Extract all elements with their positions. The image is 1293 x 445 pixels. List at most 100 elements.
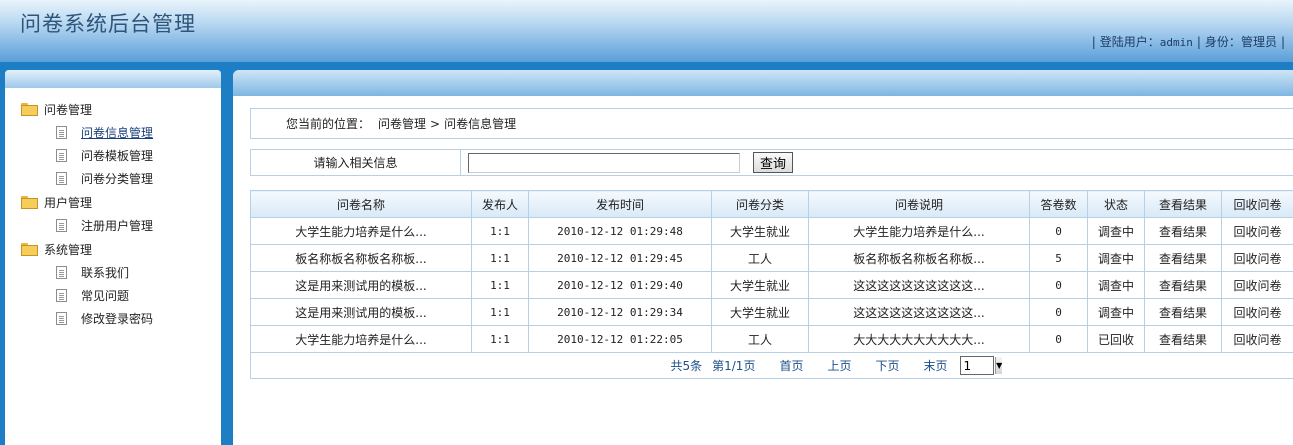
view-result-link[interactable]: 查看结果: [1144, 325, 1222, 353]
col-header-name: 问卷名称: [250, 190, 472, 218]
cell-category: 大学生就业: [711, 298, 809, 326]
pager: 共5条 第1/1页 首页 上页 下页 末页 1 ▼: [252, 356, 1293, 375]
recall-link[interactable]: 回收问卷: [1221, 298, 1293, 326]
table-row: 大学生能力培养是什么... 1:1 2010-12-12 01:22:05 工人…: [250, 325, 1293, 353]
questionnaire-table: 问卷名称 发布人 发布时间 问卷分类 问卷说明 答卷数 状态 查看结果 回收问卷…: [250, 190, 1293, 379]
sidebar-group-questionnaire[interactable]: 问卷管理: [5, 97, 221, 121]
sidebar-item-registered-users[interactable]: 注册用户管理: [5, 214, 221, 237]
cell-status: 调查中: [1087, 217, 1145, 245]
pager-total: 共5条: [670, 359, 703, 373]
sidebar-item-questionnaire-category[interactable]: 问卷分类管理: [5, 167, 221, 190]
sidebar-item-label[interactable]: 问卷信息管理: [81, 124, 153, 141]
main-panel: 您当前的位置： 问卷管理 > 问卷信息管理 请输入相关信息 查询 问卷名称 发布…: [233, 70, 1293, 445]
cell-publish-time: 2010-12-12 01:29:48: [528, 217, 712, 245]
document-icon: [56, 149, 67, 162]
cell-status: 调查中: [1087, 244, 1145, 272]
sidebar: 问卷管理 问卷信息管理 问卷模板管理 问卷分类管理 用户管理 注册用户管理 系统…: [5, 70, 221, 445]
sidebar-item-questionnaire-info[interactable]: 问卷信息管理: [5, 121, 221, 144]
sidebar-item-label[interactable]: 注册用户管理: [81, 217, 153, 234]
sidebar-item-label[interactable]: 常见问题: [81, 287, 129, 304]
table-header-row: 问卷名称 发布人 发布时间 问卷分类 问卷说明 答卷数 状态 查看结果 回收问卷: [250, 190, 1293, 218]
breadcrumb-separator: >: [430, 116, 441, 131]
sidebar-item-label[interactable]: 修改登录密码: [81, 310, 153, 327]
breadcrumb-level1: 问卷管理: [378, 117, 427, 131]
cell-status: 已回收: [1087, 325, 1145, 353]
cell-publisher: 1:1: [471, 298, 529, 326]
user-info-bar: | 登陆用户：admin | 身份：管理员 |: [1091, 35, 1285, 49]
col-header-publisher: 发布人: [471, 190, 529, 218]
pager-last-link[interactable]: 末页: [924, 357, 948, 374]
cell-answer-count: 0: [1029, 271, 1088, 299]
cell-answer-count: 0: [1029, 298, 1088, 326]
page-select[interactable]: 1 ▼: [959, 356, 1003, 375]
breadcrumb-level2: 问卷信息管理: [444, 117, 517, 131]
recall-link[interactable]: 回收问卷: [1221, 271, 1293, 299]
folder-open-icon: [21, 196, 38, 209]
cell-description: 大学生能力培养是什么...: [808, 217, 1030, 245]
cell-description: 这这这这这这这这这这...: [808, 298, 1030, 326]
role-name: 管理员: [1240, 35, 1277, 49]
user-name: admin: [1159, 36, 1193, 49]
pager-next-link[interactable]: 下页: [875, 357, 899, 374]
sidebar-item-label[interactable]: 联系我们: [81, 264, 129, 281]
cell-publisher: 1:1: [471, 244, 529, 272]
view-result-link[interactable]: 查看结果: [1144, 298, 1222, 326]
sidebar-item-change-password[interactable]: 修改登录密码: [5, 307, 221, 330]
sidebar-group-system[interactable]: 系统管理: [5, 237, 221, 261]
sidebar-group-label: 系统管理: [44, 242, 93, 257]
role-label: 身份：: [1204, 35, 1241, 49]
cell-description: 这这这这这这这这这这...: [808, 271, 1030, 299]
sidebar-group-label: 问卷管理: [44, 102, 93, 117]
cell-status: 调查中: [1087, 271, 1145, 299]
cell-description: 板名称板名称板名称板...: [808, 244, 1030, 272]
user-label: 登陆用户：: [1099, 35, 1160, 49]
col-header-description: 问卷说明: [808, 190, 1030, 218]
cell-publisher: 1:1: [471, 325, 529, 353]
cell-publish-time: 2010-12-12 01:22:05: [528, 325, 712, 353]
cell-name: 这是用来测试用的模板...: [250, 271, 472, 299]
recall-link[interactable]: 回收问卷: [1221, 244, 1293, 272]
cell-category: 工人: [711, 325, 809, 353]
recall-link[interactable]: 回收问卷: [1221, 325, 1293, 353]
page-select-value: 1: [963, 358, 972, 373]
cell-name: 大学生能力培养是什么...: [250, 217, 472, 245]
cell-category: 工人: [711, 244, 809, 272]
cell-category: 大学生就业: [711, 217, 809, 245]
cell-publisher: 1:1: [471, 271, 529, 299]
document-icon: [56, 266, 67, 279]
cell-answer-count: 0: [1029, 217, 1088, 245]
document-icon: [56, 172, 67, 185]
document-icon: [56, 219, 67, 232]
cell-answer-count: 0: [1029, 325, 1088, 353]
document-icon: [56, 126, 67, 139]
cell-name: 大学生能力培养是什么...: [250, 325, 472, 353]
search-input[interactable]: [468, 153, 740, 173]
col-header-answer-count: 答卷数: [1029, 190, 1088, 218]
search-bar: 请输入相关信息 查询: [250, 149, 1293, 176]
cell-publish-time: 2010-12-12 01:29:45: [528, 244, 712, 272]
sidebar-item-label[interactable]: 问卷模板管理: [81, 147, 153, 164]
table-row: 这是用来测试用的模板... 1:1 2010-12-12 01:29:34 大学…: [250, 298, 1293, 326]
cell-name: 这是用来测试用的模板...: [250, 298, 472, 326]
breadcrumb: 您当前的位置： 问卷管理 > 问卷信息管理: [250, 108, 1293, 139]
col-header-view-result: 查看结果: [1144, 190, 1222, 218]
chevron-down-icon: ▼: [995, 357, 1003, 374]
app-title: 问卷系统后台管理: [20, 12, 196, 36]
view-result-link[interactable]: 查看结果: [1144, 271, 1222, 299]
sidebar-item-questionnaire-template[interactable]: 问卷模板管理: [5, 144, 221, 167]
search-button[interactable]: 查询: [753, 152, 793, 173]
cell-description: 大大大大大大大大大大...: [808, 325, 1030, 353]
sidebar-group-user[interactable]: 用户管理: [5, 190, 221, 214]
view-result-link[interactable]: 查看结果: [1144, 217, 1222, 245]
view-result-link[interactable]: 查看结果: [1144, 244, 1222, 272]
sidebar-item-contact[interactable]: 联系我们: [5, 261, 221, 284]
recall-link[interactable]: 回收问卷: [1221, 217, 1293, 245]
folder-open-icon: [21, 243, 38, 256]
cell-status: 调查中: [1087, 298, 1145, 326]
col-header-recall: 回收问卷: [1221, 190, 1293, 218]
sidebar-item-faq[interactable]: 常见问题: [5, 284, 221, 307]
document-icon: [56, 312, 67, 325]
pager-first-link[interactable]: 首页: [779, 357, 803, 374]
sidebar-item-label[interactable]: 问卷分类管理: [81, 170, 153, 187]
pager-prev-link[interactable]: 上页: [827, 357, 851, 374]
